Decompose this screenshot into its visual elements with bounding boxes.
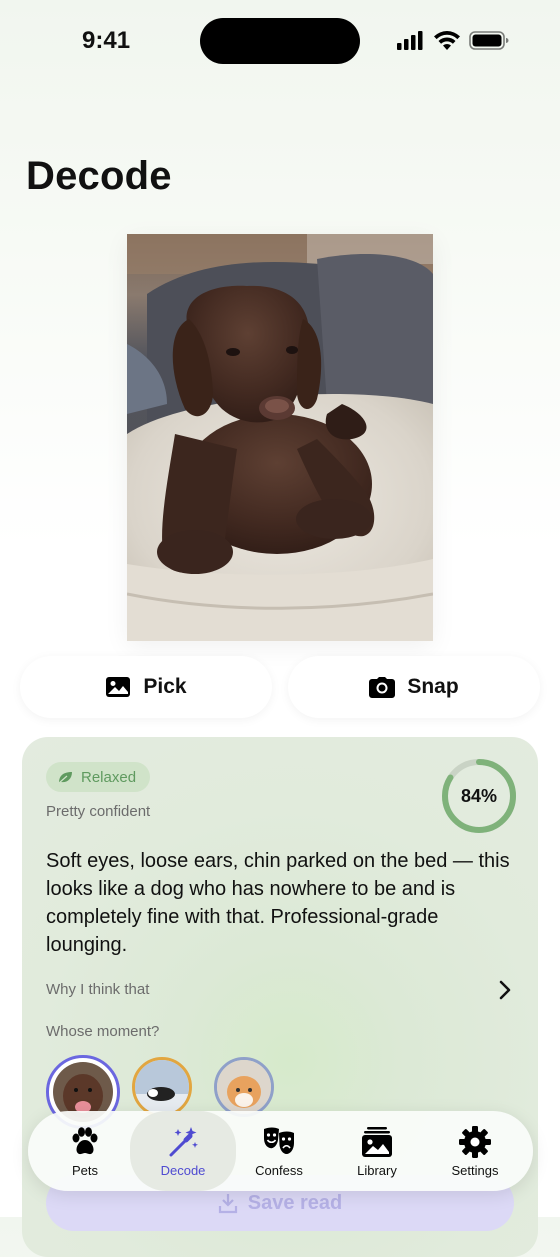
pet-photo	[127, 234, 433, 641]
battery-icon	[469, 31, 509, 50]
gear-icon	[459, 1125, 491, 1158]
tab-label: Library	[357, 1162, 397, 1178]
pick-label: Pick	[143, 675, 187, 698]
snap-photo-button[interactable]: Snap	[288, 656, 540, 718]
tab-confess[interactable]: Confess	[230, 1111, 328, 1191]
status-time: 9:41	[82, 27, 131, 54]
tab-label: Confess	[255, 1162, 303, 1178]
chevron-right-icon[interactable]	[498, 979, 512, 1001]
leaf-icon	[58, 771, 72, 783]
camera-icon	[369, 677, 396, 698]
tab-label: Settings	[451, 1162, 499, 1178]
tab-library[interactable]: Library	[328, 1111, 426, 1191]
status-icons	[397, 31, 509, 50]
page-title: Decode	[26, 154, 172, 198]
wifi-icon	[434, 31, 460, 50]
paw-icon	[72, 1126, 98, 1154]
orange-cat-avatar	[217, 1060, 271, 1114]
snap-label: Snap	[407, 675, 459, 698]
tab-label: Pets	[71, 1162, 98, 1178]
signal-icon	[397, 31, 423, 50]
confidence-percent: 84%	[460, 785, 498, 806]
black-white-dog-avatar	[135, 1060, 189, 1114]
magic-wand-icon	[169, 1126, 198, 1156]
tab-settings[interactable]: Settings	[426, 1111, 524, 1191]
mood-badge: Relaxed	[46, 762, 151, 792]
dynamic-island	[200, 18, 360, 64]
masks-icon	[264, 1127, 294, 1154]
confidence-label: Pretty confident	[46, 803, 151, 820]
tab-bar: Pets Decode Confess Library Settings	[28, 1111, 533, 1191]
pet-avatar[interactable]	[214, 1057, 274, 1117]
photo-stack-icon	[362, 1126, 392, 1157]
status-bar: 9:41	[0, 0, 560, 84]
tab-label: Decode	[160, 1162, 206, 1178]
mood-label: Relaxed	[81, 768, 137, 786]
photo-icon	[106, 677, 131, 697]
tab-decode[interactable]: Decode	[130, 1111, 236, 1191]
tab-pets[interactable]: Pets	[36, 1111, 134, 1191]
why-link-label[interactable]: Why I think that	[46, 981, 149, 998]
save-icon	[218, 1194, 237, 1214]
pick-photo-button[interactable]: Pick	[20, 656, 272, 718]
whose-moment-label: Whose moment?	[46, 1023, 160, 1040]
pet-avatar[interactable]	[132, 1057, 192, 1117]
read-summary: Soft eyes, loose ears, chin parked on th…	[46, 850, 510, 956]
save-read-label: Save read	[247, 1191, 343, 1214]
